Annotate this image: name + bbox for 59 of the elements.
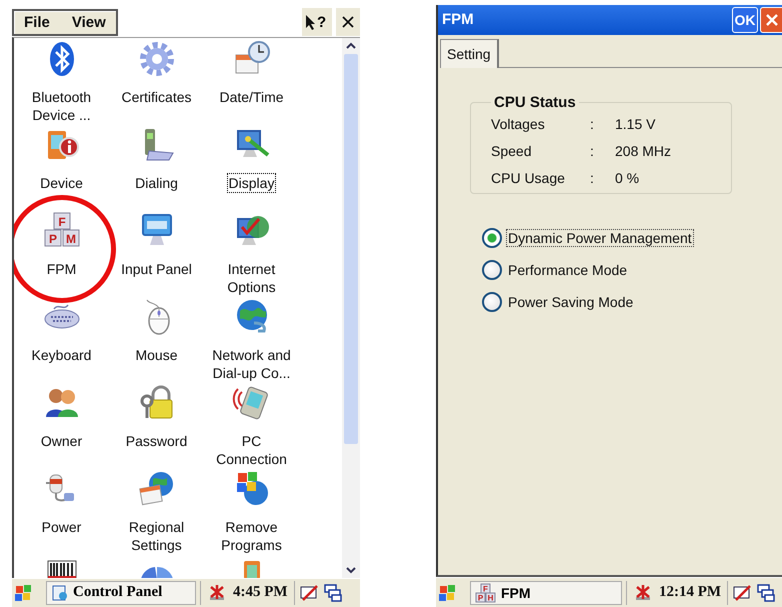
separator: : — [590, 114, 595, 134]
applet-label[interactable]: PC Connection — [204, 430, 299, 469]
applet-label[interactable]: Remove Programs — [204, 516, 299, 555]
applet-label[interactable]: Power — [40, 516, 84, 537]
radio-label[interactable]: Power Saving Mode — [506, 292, 636, 311]
tab[interactable]: Setting — [440, 38, 499, 68]
applet-label[interactable]: Date/Time — [217, 86, 286, 107]
applet-label[interactable]: Regional Settings — [109, 516, 204, 555]
group-title: CPU Status — [493, 94, 577, 111]
start-icon[interactable] — [438, 582, 458, 603]
applet-label[interactable]: Input Panel — [119, 258, 194, 279]
control-panel-icon — [51, 584, 69, 602]
status-value: 208 MHz — [615, 142, 672, 161]
start-icon[interactable] — [14, 582, 34, 603]
input-pen-icon[interactable] — [298, 582, 319, 603]
applet-label[interactable]: Owner — [38, 430, 84, 451]
applet-label[interactable]: Certificates — [119, 86, 194, 107]
radio-label[interactable]: Performance Mode — [506, 260, 630, 279]
network-icon[interactable] — [633, 582, 653, 603]
menu-item[interactable]: View — [72, 14, 106, 31]
ok-button[interactable]: OK — [732, 6, 758, 33]
clock: 12:14 PM — [659, 584, 722, 602]
radio-button[interactable] — [482, 292, 502, 312]
clock: 4:45 PM — [233, 584, 288, 602]
applet-label[interactable]: Display — [226, 172, 276, 193]
help-button[interactable]: ? — [302, 8, 332, 36]
input-pen-icon[interactable] — [732, 582, 752, 603]
applet-label[interactable]: FPM — [44, 258, 78, 279]
taskbar-window-button[interactable]: F P H FPM — [470, 580, 622, 605]
close-button[interactable] — [336, 8, 360, 36]
applet-label[interactable]: Mouse — [133, 344, 180, 365]
applet-label[interactable]: Device — [38, 172, 85, 193]
close-icon — [764, 12, 778, 27]
radio-button[interactable] — [482, 228, 502, 248]
scrollbar[interactable] — [342, 38, 360, 578]
scroll-thumb[interactable] — [344, 54, 358, 444]
radio-button[interactable] — [482, 260, 502, 280]
close-icon — [342, 16, 354, 28]
separator: : — [590, 142, 595, 161]
applet-label[interactable]: Keyboard — [30, 344, 94, 365]
pointer-icon — [305, 14, 317, 30]
taskbar-window-button[interactable]: Control Panel — [46, 580, 196, 605]
radio-label[interactable]: Dynamic Power Management — [506, 228, 694, 247]
applet-label[interactable]: Internet Options — [204, 258, 299, 297]
status-value: 0 % — [615, 168, 640, 188]
status-label: CPU Usage — [491, 168, 566, 188]
applet-label[interactable]: Network and Dial-up Co... — [204, 344, 299, 383]
status-label: Voltages — [491, 114, 546, 134]
network-icon[interactable] — [207, 582, 227, 603]
status-label: Speed — [491, 142, 532, 161]
applet-label[interactable]: Dialing — [133, 172, 180, 193]
status-value: 1.15 V — [615, 114, 656, 134]
separator: : — [590, 168, 595, 188]
window-title: FPM — [442, 11, 475, 28]
windows-icon[interactable] — [756, 582, 776, 603]
applet-label[interactable]: Bluetooth Device ... — [14, 86, 109, 125]
menu-item[interactable]: File — [24, 14, 50, 31]
applet-label[interactable]: Password — [124, 430, 190, 451]
windows-icon[interactable] — [322, 582, 343, 603]
